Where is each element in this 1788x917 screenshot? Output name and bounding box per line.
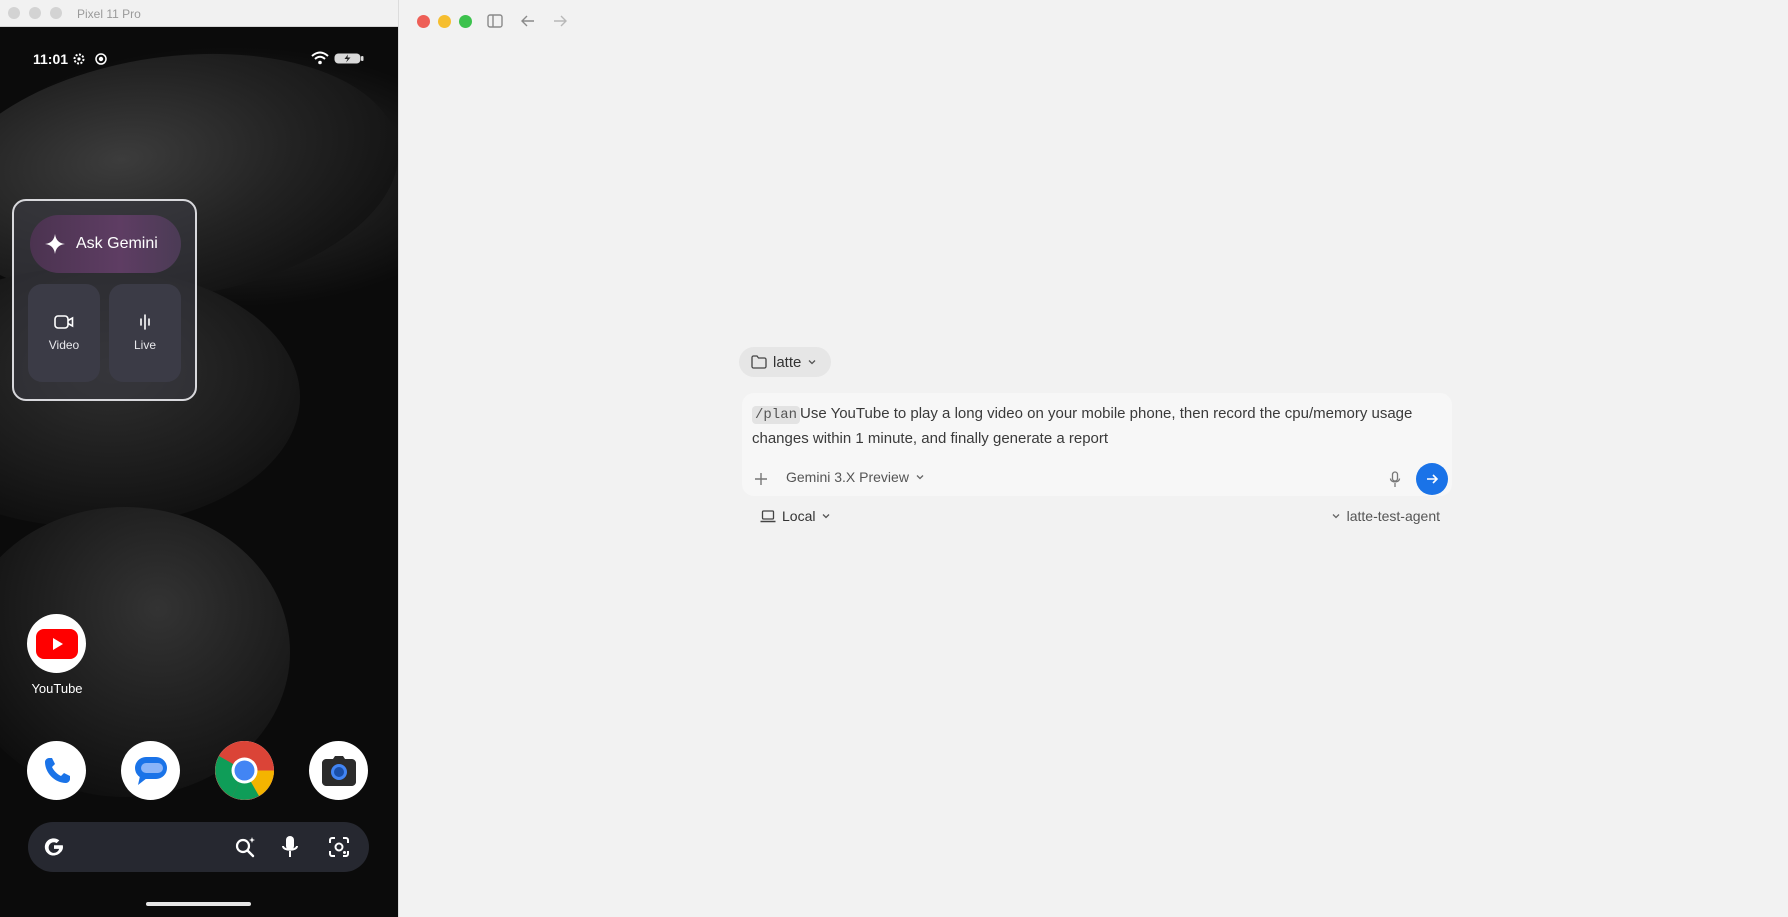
chevron-down-icon	[808, 360, 816, 365]
status-time: 11:01	[33, 51, 69, 67]
microphone-icon[interactable]	[1389, 471, 1401, 488]
ask-gemini-button[interactable]: Ask Gemini	[30, 215, 181, 273]
emulator-close-button[interactable]	[8, 7, 20, 19]
window-zoom-button[interactable]	[459, 15, 472, 28]
video-camera-icon	[54, 315, 74, 329]
sparkle-icon	[45, 234, 65, 254]
prompt-composer: /plan Use YouTube to play a long video on…	[742, 393, 1452, 496]
sidebar-toggle-icon[interactable]	[487, 13, 503, 29]
plus-icon[interactable]	[754, 472, 768, 486]
folder-label: latte	[773, 353, 802, 371]
prompt-text: Use YouTube to play a long video on your…	[752, 405, 1413, 447]
gemini-live-button[interactable]: Live	[109, 284, 181, 382]
composer-footer: Local latte-test-agent	[742, 504, 1452, 532]
youtube-app-icon[interactable]	[27, 614, 86, 673]
phone-app-icon[interactable]	[27, 741, 86, 800]
prompt-input[interactable]: /plan Use YouTube to play a long video on…	[752, 402, 1432, 451]
camera-app-icon[interactable]	[309, 741, 368, 800]
emulator-title: Pixel 11 Pro	[77, 7, 141, 21]
agent-selector[interactable]: latte-test-agent	[1331, 508, 1440, 524]
wifi-icon	[311, 51, 329, 65]
window-close-button[interactable]	[417, 15, 430, 28]
gemini-video-button[interactable]: Video	[28, 284, 100, 382]
emulator-window: Pixel 11 Pro 11:01 Ask Gemini Video Live…	[0, 0, 398, 917]
target-icon	[95, 53, 107, 65]
chevron-down-icon	[916, 475, 924, 480]
emulator-zoom-button[interactable]	[50, 7, 62, 19]
command-tag: /plan	[752, 406, 801, 424]
back-arrow-icon[interactable]	[520, 13, 536, 29]
forward-arrow-icon[interactable]	[552, 13, 568, 29]
window-minimize-button[interactable]	[438, 15, 451, 28]
camera-icon	[321, 755, 356, 786]
composer-toolbar: Gemini 3.X Preview	[742, 463, 1452, 495]
chat-bubble-icon	[134, 756, 167, 785]
emulator-titlebar: Pixel 11 Pro	[0, 0, 398, 27]
youtube-app-label: YouTube	[31, 681, 83, 696]
ask-gemini-label: Ask Gemini	[76, 235, 158, 252]
gemini-widget: Ask Gemini Video Live	[12, 199, 197, 401]
status-bar: 11:01	[0, 27, 398, 87]
gemini-live-label: Live	[133, 338, 156, 352]
live-waveform-icon	[140, 314, 150, 330]
chevron-down-icon	[1332, 514, 1340, 519]
battery-icon	[334, 53, 364, 64]
arrow-right-icon	[1427, 474, 1439, 484]
phone-screen[interactable]: 11:01 Ask Gemini Video Live YouTube	[0, 27, 398, 917]
youtube-logo-icon	[35, 628, 78, 659]
google-g-icon	[44, 838, 63, 856]
chevron-down-icon	[823, 514, 830, 519]
chrome-logo-icon	[215, 741, 274, 800]
send-button[interactable]	[1416, 463, 1448, 495]
agent-app-window: latte /plan Use YouTube to play a long vi…	[398, 0, 1788, 917]
messages-app-icon[interactable]	[121, 741, 180, 800]
model-selector[interactable]: Gemini 3.X Preview	[786, 469, 925, 485]
model-label: Gemini 3.X Preview	[786, 469, 909, 485]
ai-search-icon[interactable]	[233, 835, 257, 859]
agent-label: latte-test-agent	[1346, 508, 1440, 524]
environment-selector[interactable]: Local	[760, 508, 831, 524]
gemini-video-label: Video	[48, 338, 80, 352]
folder-icon	[751, 355, 767, 369]
phone-handset-icon	[44, 757, 70, 783]
laptop-icon	[760, 509, 776, 522]
folder-selector[interactable]: latte	[739, 347, 832, 377]
gesture-nav-handle[interactable]	[146, 902, 251, 906]
emulator-minimize-button[interactable]	[29, 7, 41, 19]
gear-icon	[73, 53, 85, 65]
environment-label: Local	[782, 508, 816, 524]
lens-camera-icon[interactable]	[327, 835, 351, 859]
microphone-icon[interactable]	[281, 835, 299, 859]
chrome-app-icon[interactable]	[215, 741, 274, 800]
google-search-bar[interactable]	[28, 822, 369, 872]
